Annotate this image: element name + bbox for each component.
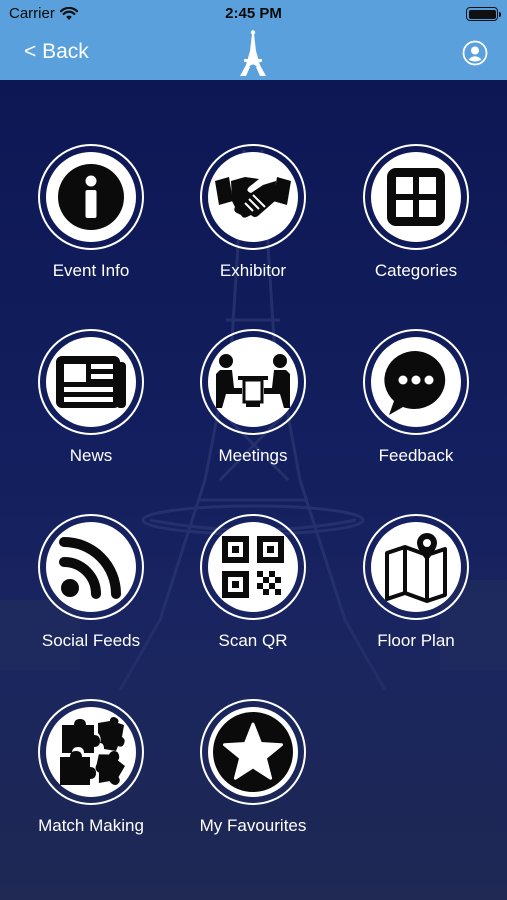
menu-item-label: Feedback xyxy=(378,446,454,465)
handshake-icon xyxy=(215,177,291,218)
chat-bubble-icon xyxy=(384,350,446,415)
user-circle-icon[interactable] xyxy=(462,40,488,66)
battery-icon xyxy=(466,7,501,21)
menu-item-floor-plan[interactable]: Floor Plan xyxy=(341,514,491,674)
menu-item-categories[interactable]: Categories xyxy=(341,144,491,304)
menu-item-meetings[interactable]: Meetings xyxy=(178,329,328,489)
menu-item-label: My Favourites xyxy=(199,816,307,835)
menu-item-label: News xyxy=(69,446,113,465)
navigation-bar: < Back xyxy=(0,28,507,80)
menu-item-circle xyxy=(38,514,144,620)
menu-item-circle xyxy=(363,329,469,435)
menu-item-circle xyxy=(38,329,144,435)
menu-item-circle xyxy=(200,514,306,620)
menu-item-circle xyxy=(38,699,144,805)
rss-icon xyxy=(59,537,121,599)
menu-item-circle xyxy=(363,144,469,250)
menu-item-my-favourites[interactable]: My Favourites xyxy=(178,699,328,859)
qr-code-icon xyxy=(222,536,284,598)
menu-item-exhibitor[interactable]: Exhibitor xyxy=(178,144,328,304)
menu-item-label: Categories xyxy=(374,261,458,280)
menu-item-circle xyxy=(38,144,144,250)
puzzle-icon xyxy=(60,717,125,785)
menu-item-label: Exhibitor xyxy=(219,261,287,280)
menu-item-circle xyxy=(200,699,306,805)
info-icon xyxy=(58,164,124,230)
battery-level xyxy=(468,9,496,19)
map-pin-icon xyxy=(385,533,447,603)
menu-item-scan-qr[interactable]: Scan QR xyxy=(178,514,328,674)
menu-item-label: Meetings xyxy=(218,446,288,465)
menu-item-event-info[interactable]: Event Info xyxy=(16,144,166,304)
menu-item-label: Social Feeds xyxy=(41,631,141,650)
status-time: 2:45 PM xyxy=(225,5,282,22)
menu-item-news[interactable]: News xyxy=(16,329,166,489)
menu-item-feedback[interactable]: Feedback xyxy=(341,329,491,489)
status-bar: Carrier 2:45 PM xyxy=(0,0,507,28)
menu-item-circle xyxy=(200,144,306,250)
menu-item-label: Match Making xyxy=(38,816,144,835)
menu-item-circle xyxy=(363,514,469,620)
menu-item-match-making[interactable]: Match Making xyxy=(16,699,166,859)
star-icon xyxy=(213,712,293,792)
grid-icon xyxy=(387,168,445,226)
back-button[interactable]: < Back xyxy=(24,40,89,64)
eiffel-tower-logo xyxy=(240,30,266,76)
newspaper-icon xyxy=(56,356,126,408)
menu-item-circle xyxy=(200,329,306,435)
meeting-icon xyxy=(216,354,290,408)
menu-item-label: Floor Plan xyxy=(377,631,455,650)
menu-item-label: Scan QR xyxy=(218,631,288,650)
menu-item-label: Event Info xyxy=(52,261,130,280)
menu-item-social-feeds[interactable]: Social Feeds xyxy=(16,514,166,674)
